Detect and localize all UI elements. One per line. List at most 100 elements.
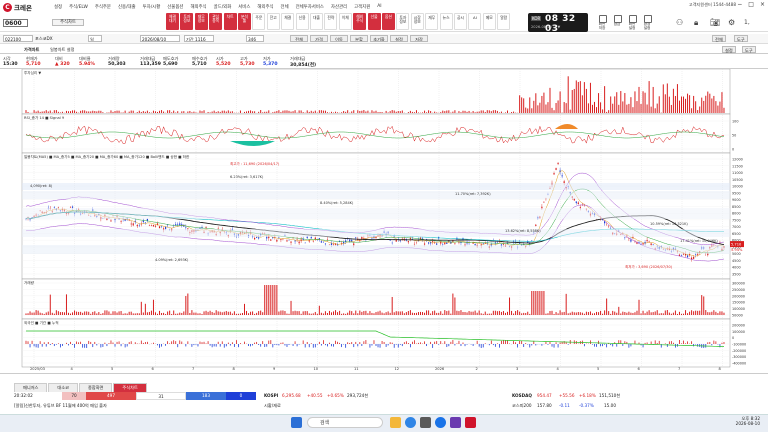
toolbar-button[interactable]: 체결 대기 bbox=[166, 13, 179, 30]
maximize-icon[interactable]: □ bbox=[748, 1, 754, 8]
toolbar-button[interactable]: 재무 정보 bbox=[194, 13, 208, 30]
toolbar-button[interactable]: 주문 bbox=[252, 13, 266, 30]
flow-bar bbox=[545, 341, 547, 344]
right-tool-button[interactable]: 화면 저장 bbox=[596, 13, 608, 30]
top-menu-item[interactable]: 골드/외화 bbox=[214, 4, 232, 10]
period-select[interactable]: 일 bbox=[88, 35, 102, 42]
top-menu-item[interactable]: 전체 bbox=[281, 4, 289, 10]
toolbar-button[interactable]: 공시 bbox=[454, 13, 467, 30]
tools-button[interactable]: 도구 bbox=[734, 35, 748, 42]
right-tool-button[interactable]: 잠금 bbox=[611, 13, 623, 30]
top-menu-item[interactable]: 서비스 bbox=[238, 4, 250, 10]
toolbar-button[interactable]: 이체 bbox=[338, 13, 352, 30]
top-menu-item[interactable]: 투자/시황 bbox=[143, 4, 161, 10]
taskbar-search[interactable]: 검색 bbox=[307, 417, 383, 428]
chart-option-button[interactable]: 이동 bbox=[330, 35, 348, 42]
chart-option-button[interactable]: 초기화 bbox=[370, 35, 388, 42]
close-icon[interactable]: × bbox=[760, 1, 765, 8]
store-icon[interactable] bbox=[420, 417, 431, 428]
sentiment-bar bbox=[442, 110, 444, 113]
file-explorer-icon[interactable] bbox=[390, 417, 401, 428]
chart-option-button[interactable]: 가격 bbox=[310, 35, 328, 42]
top-menu-item[interactable]: 선물옵션 bbox=[167, 4, 183, 10]
top-menu-item[interactable]: 해외주식 bbox=[257, 4, 273, 10]
screen-code-input[interactable]: 0600 bbox=[3, 19, 28, 27]
date-input[interactable]: 2026/08/10 bbox=[140, 35, 180, 42]
toolbar-button[interactable]: 잔고 bbox=[266, 13, 280, 30]
right-tools: 화면 저장 잠금 화면 설정 환경 설정 bbox=[596, 13, 653, 30]
toolbar-button[interactable]: 대출 bbox=[310, 13, 323, 30]
volume-bar bbox=[252, 311, 254, 315]
top-menu-item[interactable]: 설정 bbox=[54, 4, 62, 10]
sentiment-bar bbox=[215, 111, 217, 113]
toolbar-button[interactable]: 선물 bbox=[367, 13, 381, 30]
count-input[interactable]: 346 bbox=[246, 35, 264, 42]
toolbar-button[interactable]: 옵션 bbox=[382, 13, 395, 30]
settings-icon[interactable]: ⚙ bbox=[728, 18, 735, 27]
teams-icon[interactable] bbox=[450, 417, 461, 428]
toolbar-button[interactable]: 뉴스 bbox=[439, 13, 453, 30]
market-link[interactable]: 시황/재료 bbox=[264, 402, 281, 410]
volume-bar bbox=[551, 310, 553, 315]
lock-icon[interactable]: 🔒︎ bbox=[694, 18, 698, 28]
sentiment-bar bbox=[446, 110, 448, 113]
sentiment-bar bbox=[248, 110, 250, 113]
chrome-icon[interactable] bbox=[435, 417, 446, 428]
flow-bar bbox=[458, 340, 460, 344]
chart-option-button[interactable]: 분할 bbox=[350, 35, 368, 42]
news-ticker[interactable]: [알림]신한투자, 유튜브 BF 11월에 400억 매입 출자 bbox=[14, 402, 107, 410]
top-menu-item[interactable]: 전체투자서비스 bbox=[296, 4, 324, 10]
screen-select[interactable]: 주식차트 bbox=[52, 19, 84, 26]
chart-option-button[interactable]: 전체 bbox=[290, 35, 308, 42]
toolbar-button[interactable]: 차트 bbox=[223, 13, 237, 30]
toolbar-button[interactable]: 체결 bbox=[281, 13, 295, 30]
range-input[interactable]: 기간 1116 bbox=[184, 35, 214, 42]
toolbar-button[interactable]: 관심 종목 bbox=[209, 13, 223, 30]
stock-chart[interactable]: 2025/03 4 5 6 7 8 9 10 11 12 2026 2 3 4 5 6 7 8 100 50 0 1200… bbox=[0, 68, 768, 371]
sentiment-bar bbox=[472, 111, 474, 113]
chart-settings-button[interactable]: 설정 bbox=[722, 46, 736, 53]
top-menu-item[interactable]: 자산관리 bbox=[331, 4, 347, 10]
windows-start-icon[interactable] bbox=[291, 417, 302, 428]
chart-option-button[interactable]: 설정 bbox=[390, 35, 408, 42]
toolbar-button[interactable]: 시장 정보 bbox=[410, 13, 424, 30]
toolbar-button[interactable]: 투자 정보 bbox=[396, 13, 410, 30]
toolbar-button[interactable]: 분석 툴 bbox=[238, 13, 251, 30]
top-menu-item[interactable]: 주식주문 bbox=[95, 4, 111, 10]
flow-bar bbox=[329, 342, 330, 344]
layout-icon[interactable]: 1, bbox=[744, 19, 750, 26]
toolbar-button[interactable]: 전략 bbox=[324, 13, 338, 30]
chart-tools-button[interactable]: 도구 bbox=[742, 46, 756, 53]
volume-bar bbox=[632, 312, 634, 315]
kospi200-amount: 15.00 bbox=[604, 403, 616, 408]
toolbar-button[interactable]: 알람 bbox=[497, 13, 511, 30]
volume-bar bbox=[464, 312, 466, 315]
toolbar-button[interactable]: 신용 bbox=[295, 13, 309, 30]
toolbar-button[interactable]: 메모 bbox=[482, 13, 496, 30]
top-menu-item[interactable]: AI bbox=[377, 4, 381, 10]
sentiment-bar bbox=[84, 110, 86, 113]
chart-option-button[interactable]: 저장 bbox=[410, 35, 428, 42]
top-menu-item[interactable]: 해외주식 bbox=[190, 4, 206, 10]
top-menu-item[interactable]: 주식/ELW bbox=[69, 4, 88, 10]
camera-icon[interactable]: 📷︎ bbox=[710, 18, 720, 27]
right-tool-button[interactable]: 화면 설정 bbox=[626, 13, 638, 30]
volume-bar bbox=[401, 311, 403, 315]
volume-bar bbox=[703, 296, 705, 315]
toolbar-button[interactable]: 재무 bbox=[425, 13, 439, 30]
all-button[interactable]: 전체 bbox=[712, 35, 726, 42]
minimize-icon[interactable]: − bbox=[737, 1, 742, 8]
creon-taskbar-icon[interactable] bbox=[465, 417, 476, 428]
flow-bar bbox=[53, 344, 55, 347]
stock-code-input[interactable]: 022100 bbox=[3, 35, 33, 42]
toolbar-button[interactable]: 해외 주식 bbox=[353, 13, 367, 30]
top-menu-item[interactable]: 신용/대출 bbox=[118, 4, 136, 10]
system-tray[interactable]: 오후 8:32 2026-08-10 bbox=[736, 416, 760, 426]
toolbar-button[interactable]: 투자 정보 bbox=[180, 13, 194, 30]
user-icon[interactable]: ⚇ bbox=[676, 18, 683, 27]
chart-area[interactable]: 2025/03 4 5 6 7 8 9 10 11 12 2026 2 3 4 5 6 7 8 100 50 0 1200… bbox=[0, 68, 768, 371]
top-menu-item[interactable]: 고객지원 bbox=[354, 4, 370, 10]
edge-icon[interactable] bbox=[405, 417, 416, 428]
toolbar-button[interactable]: AI bbox=[468, 13, 482, 30]
right-tool-button[interactable]: 환경 설정 bbox=[641, 13, 653, 30]
